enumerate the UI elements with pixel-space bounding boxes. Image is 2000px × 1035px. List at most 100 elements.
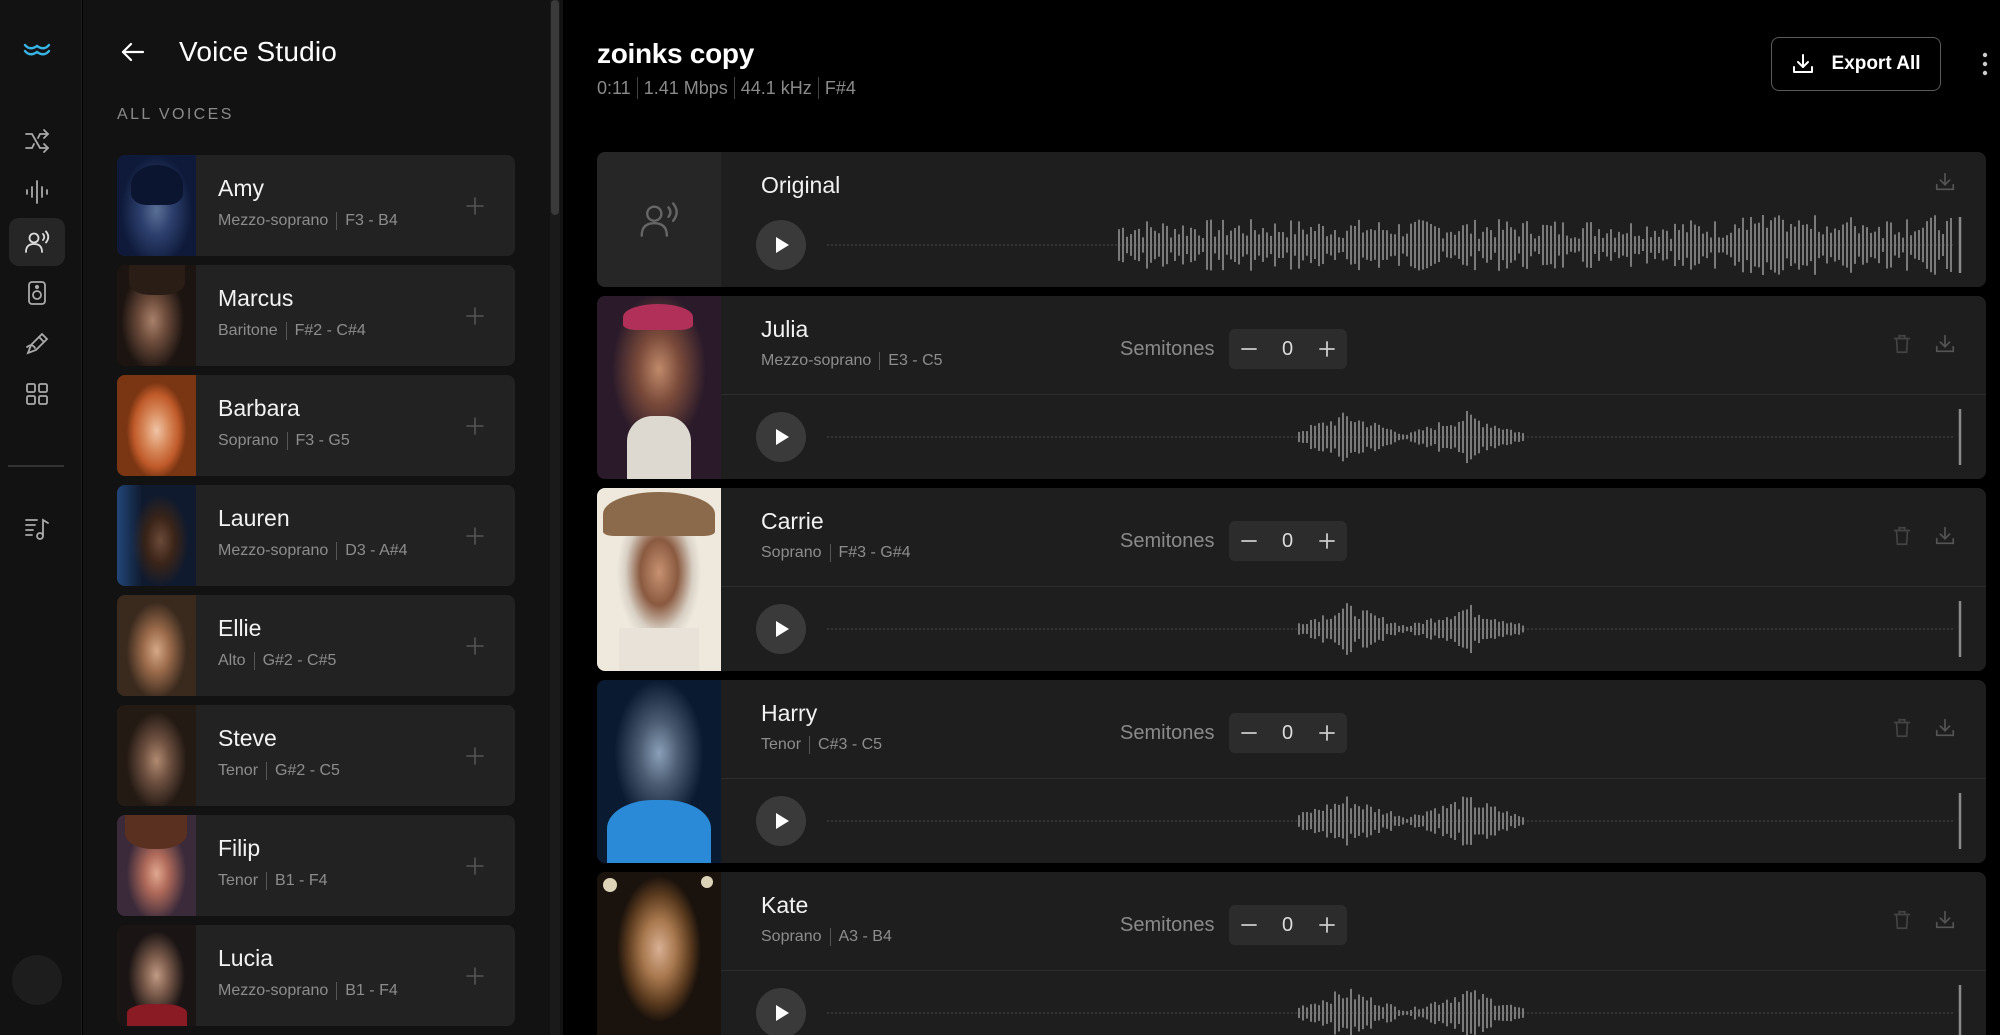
download-icon[interactable] [1934,909,1956,931]
playlist-icon[interactable] [9,504,65,552]
meta-separator [285,322,287,340]
voices-scrollbar[interactable] [550,0,560,1035]
original-voice-icon [597,152,721,287]
voice-type: Baritone [218,322,278,339]
increment-button[interactable] [1313,719,1341,747]
voice-type: Mezzo-soprano [761,352,872,369]
semitones-control: Semitones 0 [1120,713,1347,753]
voice-range: G#2 - C#5 [262,652,337,669]
voice-range: C#3 - C5 [818,736,883,753]
download-icon[interactable] [1934,717,1956,739]
waveform[interactable] [827,215,1962,275]
increment-button[interactable] [1313,335,1341,363]
voice-name: Filip [218,835,261,861]
track-name: Original [761,172,841,198]
voice-card-lauren[interactable]: Lauren Mezzo-soprano D3 - A#4 [117,485,515,586]
add-voice-icon[interactable] [463,194,487,218]
semitones-value: 0 [1281,721,1294,744]
add-voice-icon[interactable] [463,414,487,438]
trash-icon[interactable] [1891,525,1913,547]
rail-divider [8,465,64,467]
track-divider [721,778,1986,779]
export-all-button[interactable]: Export All [1771,37,1941,91]
semitones-stepper: 0 [1228,521,1347,561]
meta-separator [266,872,268,890]
trash-icon[interactable] [1891,909,1913,931]
back-arrow-icon[interactable] [113,32,153,72]
speaker-icon[interactable] [9,269,65,317]
meta-separator [733,77,735,99]
download-icon[interactable] [1934,171,1956,193]
play-button[interactable] [756,988,806,1035]
semitones-value: 0 [1281,337,1294,360]
waveform[interactable] [827,599,1962,659]
add-voice-icon[interactable] [463,304,487,328]
meta-separator [636,77,638,99]
waveform[interactable] [827,407,1962,467]
voice-card-filip[interactable]: Filip Tenor B1 - F4 [117,815,515,916]
duration: 0:11 [597,77,631,98]
download-icon[interactable] [1934,525,1956,547]
grid-icon[interactable] [9,370,65,418]
voice-range: D3 - A#4 [345,542,408,559]
edit-icon[interactable] [9,320,65,368]
more-options-icon[interactable] [1978,50,1992,78]
voice-photo-marcus [117,265,196,366]
voice-card-steve[interactable]: Steve Tenor G#2 - C5 [117,705,515,806]
play-button[interactable] [756,604,806,654]
track-name: Harry [761,700,818,726]
shuffle-icon[interactable] [9,117,65,165]
trash-icon[interactable] [1891,717,1913,739]
semitones-stepper: 0 [1228,713,1347,753]
voice-icon[interactable] [9,218,65,266]
semitones-label: Semitones [1120,529,1215,552]
voice-photo-ellie [117,595,196,696]
voice-list: Amy Mezzo-soprano F3 - B4 Marcus Baritone… [117,155,515,1035]
voice-card-lucia[interactable]: Lucia Mezzo-soprano B1 - F4 [117,925,515,1026]
track-original: Original [597,152,1986,287]
add-voice-icon[interactable] [463,634,487,658]
decrement-button[interactable] [1235,527,1263,555]
track-photo-kate [597,872,721,1035]
decrement-button[interactable] [1235,719,1263,747]
add-voice-icon[interactable] [463,524,487,548]
increment-button[interactable] [1313,527,1341,555]
waveform[interactable] [827,983,1962,1035]
voice-photo-lucia [117,925,196,1026]
project-title: zoinks copy [597,38,754,69]
wave-logo-icon[interactable] [9,26,65,74]
bitrate: 1.41 Mbps [643,77,728,98]
voice-range: A3 - B4 [838,928,892,945]
add-voice-icon[interactable] [463,964,487,988]
voice-card-amy[interactable]: Amy Mezzo-soprano F3 - B4 [117,155,515,256]
waveform-icon[interactable] [9,168,65,216]
play-button[interactable] [756,412,806,462]
voice-range: G#2 - C5 [275,762,340,779]
add-voice-icon[interactable] [463,744,487,768]
voice-range: B1 - F4 [345,982,398,999]
meta-separator [829,928,831,946]
waveform[interactable] [827,791,1962,851]
voice-type: Soprano [218,432,279,449]
voice-card-marcus[interactable]: Marcus Baritone F#2 - C#4 [117,265,515,366]
play-button[interactable] [756,796,806,846]
play-button[interactable] [756,220,806,270]
track-divider [721,586,1986,587]
voice-card-barbara[interactable]: Barbara Soprano F3 - G5 [117,375,515,476]
trash-icon[interactable] [1891,333,1913,355]
track-photo-harry [597,680,721,863]
voice-card-ellie[interactable]: Ellie Alto G#2 - C#5 [117,595,515,696]
decrement-button[interactable] [1235,335,1263,363]
avatar[interactable] [12,955,62,1005]
semitones-stepper: 0 [1228,905,1347,945]
increment-button[interactable] [1313,911,1341,939]
track-julia: Julia Mezzo-soprano E3 - C5 Semitones 0 [597,296,1986,479]
export-all-label: Export All [1831,53,1921,74]
decrement-button[interactable] [1235,911,1263,939]
meta-separator [879,352,881,370]
meta-separator [336,212,338,230]
sample-rate: 44.1 kHz [740,77,812,98]
scrollbar-thumb[interactable] [551,0,559,215]
add-voice-icon[interactable] [463,854,487,878]
download-icon[interactable] [1934,333,1956,355]
